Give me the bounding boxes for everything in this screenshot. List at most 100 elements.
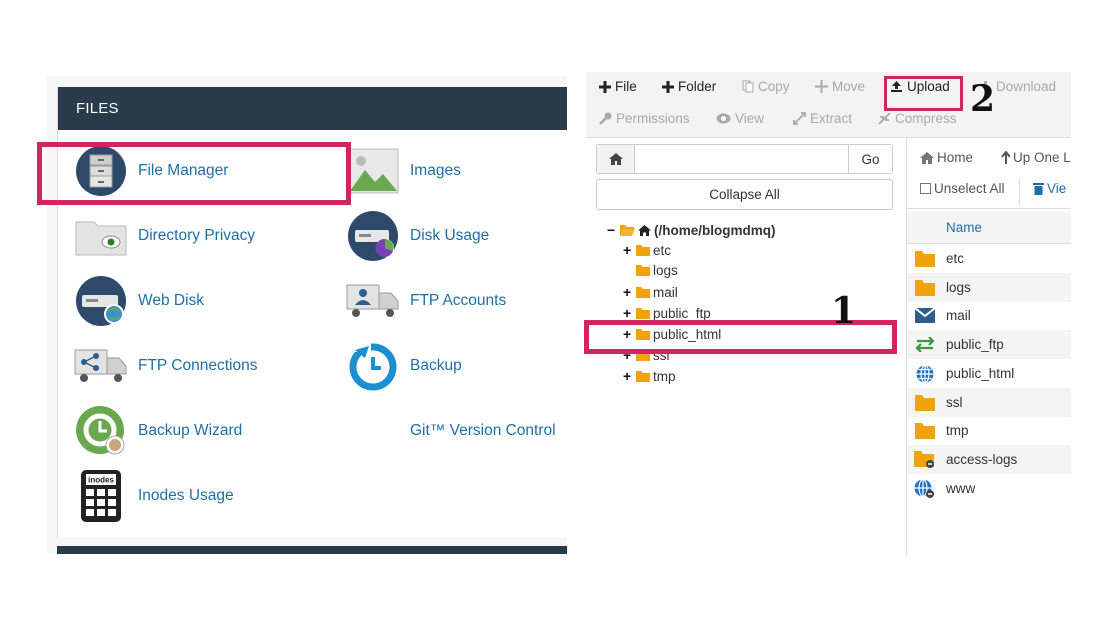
file-row-public-html[interactable]: public_html bbox=[907, 359, 1071, 388]
go-button[interactable]: Go bbox=[848, 145, 892, 173]
disk-usage-icon bbox=[346, 209, 400, 263]
globe-link-icon bbox=[913, 478, 937, 499]
nav-label: Home bbox=[937, 150, 974, 165]
column-header-name[interactable]: Name bbox=[907, 212, 1071, 244]
folder-icon bbox=[913, 422, 937, 439]
next-section-header bbox=[57, 546, 567, 554]
envelope-icon bbox=[913, 308, 937, 323]
backup-icon bbox=[346, 339, 400, 393]
app-images[interactable]: Images bbox=[346, 143, 461, 199]
ftp-accounts-icon bbox=[346, 274, 400, 328]
backup-wizard-icon bbox=[74, 404, 128, 458]
tree-item-logs[interactable]: logs bbox=[623, 263, 678, 278]
tree-item-mail[interactable]: + mail bbox=[623, 284, 678, 300]
file-row-tmp[interactable]: tmp bbox=[907, 416, 1071, 445]
new-folder-button[interactable]: Folder bbox=[662, 79, 716, 94]
file-row-logs[interactable]: logs bbox=[907, 273, 1071, 302]
file-name: public_ftp bbox=[946, 337, 1004, 352]
permissions-button[interactable]: Permissions bbox=[599, 111, 690, 126]
app-label: Images bbox=[410, 162, 461, 179]
app-label: Disk Usage bbox=[410, 227, 490, 244]
file-row-ssl[interactable]: ssl bbox=[907, 388, 1071, 417]
folder-link-icon bbox=[913, 450, 937, 469]
tree-label: mail bbox=[653, 284, 678, 300]
highlight-upload bbox=[884, 76, 963, 111]
app-ftp-connections[interactable]: FTP Connections bbox=[74, 338, 257, 394]
app-git-version-control[interactable]: Git™ Version Control bbox=[346, 403, 556, 459]
transfer-arrows-icon bbox=[913, 337, 937, 352]
home-icon bbox=[638, 224, 651, 236]
toolbar-label: Folder bbox=[678, 79, 717, 94]
app-label: Inodes Usage bbox=[138, 487, 234, 504]
globe-icon bbox=[913, 364, 937, 383]
level-up-icon bbox=[1001, 151, 1010, 164]
folder-icon bbox=[636, 307, 650, 319]
file-name: www bbox=[946, 481, 976, 496]
plus-icon: + bbox=[623, 284, 632, 300]
file-name: etc bbox=[946, 251, 965, 266]
compress-button[interactable]: Compress bbox=[878, 111, 957, 126]
file-row-access-logs[interactable]: access-logs bbox=[907, 445, 1071, 474]
view-button[interactable]: View bbox=[716, 111, 764, 126]
folder-icon bbox=[913, 250, 937, 267]
move-button[interactable]: Move bbox=[815, 79, 865, 94]
up-one-level-button[interactable]: Up One L bbox=[1001, 150, 1071, 165]
file-name: ssl bbox=[946, 395, 963, 410]
nav-home-button[interactable]: Home bbox=[920, 150, 973, 165]
extract-button[interactable]: Extract bbox=[793, 111, 852, 126]
tree-root[interactable]: − (/home/blogmdmq) bbox=[607, 222, 776, 238]
plus-icon: + bbox=[623, 368, 632, 384]
collapse-all-button[interactable]: Collapse All bbox=[596, 179, 893, 210]
view-trash-button[interactable]: Vie bbox=[1033, 181, 1066, 196]
tree-item-tmp[interactable]: + tmp bbox=[623, 368, 676, 384]
file-name: access-logs bbox=[946, 452, 1018, 467]
minus-icon: − bbox=[607, 222, 616, 238]
file-row-etc[interactable]: etc bbox=[907, 244, 1071, 273]
app-disk-usage[interactable]: Disk Usage bbox=[346, 208, 489, 264]
tree-label: tmp bbox=[653, 368, 676, 384]
checkbox-icon bbox=[920, 183, 931, 194]
tree-item-public-ftp[interactable]: + public_ftp bbox=[623, 305, 711, 321]
copy-button[interactable]: Copy bbox=[742, 79, 790, 94]
web-disk-icon bbox=[74, 274, 128, 328]
file-row-www[interactable]: www bbox=[907, 474, 1071, 503]
git-icon bbox=[346, 404, 400, 458]
trash-icon bbox=[1033, 183, 1044, 195]
toolbar-label: Download bbox=[996, 79, 1057, 94]
new-file-button[interactable]: File bbox=[599, 79, 637, 94]
inodes-icon-text: inodes bbox=[88, 476, 114, 485]
app-backup-wizard[interactable]: Backup Wizard bbox=[74, 403, 242, 459]
image-icon bbox=[346, 144, 400, 198]
toolbar-label: File bbox=[615, 79, 637, 94]
app-ftp-accounts[interactable]: FTP Accounts bbox=[346, 273, 506, 329]
tree-root-label: (/home/blogmdmq) bbox=[654, 222, 776, 238]
app-backup[interactable]: Backup bbox=[346, 338, 462, 394]
app-directory-privacy[interactable]: Directory Privacy bbox=[74, 208, 255, 264]
app-web-disk[interactable]: Web Disk bbox=[74, 273, 204, 329]
tree-label: etc bbox=[653, 242, 672, 258]
files-header: FILES bbox=[58, 87, 567, 130]
nav-separator bbox=[1019, 179, 1020, 205]
key-icon bbox=[599, 112, 612, 125]
highlight-file-manager bbox=[37, 142, 351, 205]
folder-icon bbox=[913, 279, 937, 296]
home-icon[interactable] bbox=[597, 145, 635, 173]
file-manager-window: File Folder Copy Move Upload Download Pe… bbox=[586, 72, 1071, 556]
ftp-connections-icon bbox=[74, 339, 128, 393]
folder-icon bbox=[636, 286, 650, 298]
toolbar-label: Extract bbox=[810, 111, 853, 126]
file-row-public-ftp[interactable]: public_ftp bbox=[907, 330, 1071, 359]
nav-label: Unselect All bbox=[934, 181, 1005, 196]
folder-icon bbox=[636, 370, 650, 382]
toolbar-label: View bbox=[735, 111, 765, 126]
app-inodes-usage[interactable]: inodes Inodes Usage bbox=[74, 468, 234, 524]
move-icon bbox=[815, 80, 828, 93]
file-row-mail[interactable]: mail bbox=[907, 301, 1071, 330]
app-label: Backup Wizard bbox=[138, 422, 243, 439]
file-name: public_html bbox=[946, 366, 1015, 381]
app-label: Web Disk bbox=[138, 292, 205, 309]
tree-item-etc[interactable]: + etc bbox=[623, 242, 671, 258]
search-input[interactable] bbox=[635, 145, 849, 173]
unselect-all-button[interactable]: Unselect All bbox=[920, 181, 1005, 196]
nav-label: Vie bbox=[1047, 181, 1067, 196]
